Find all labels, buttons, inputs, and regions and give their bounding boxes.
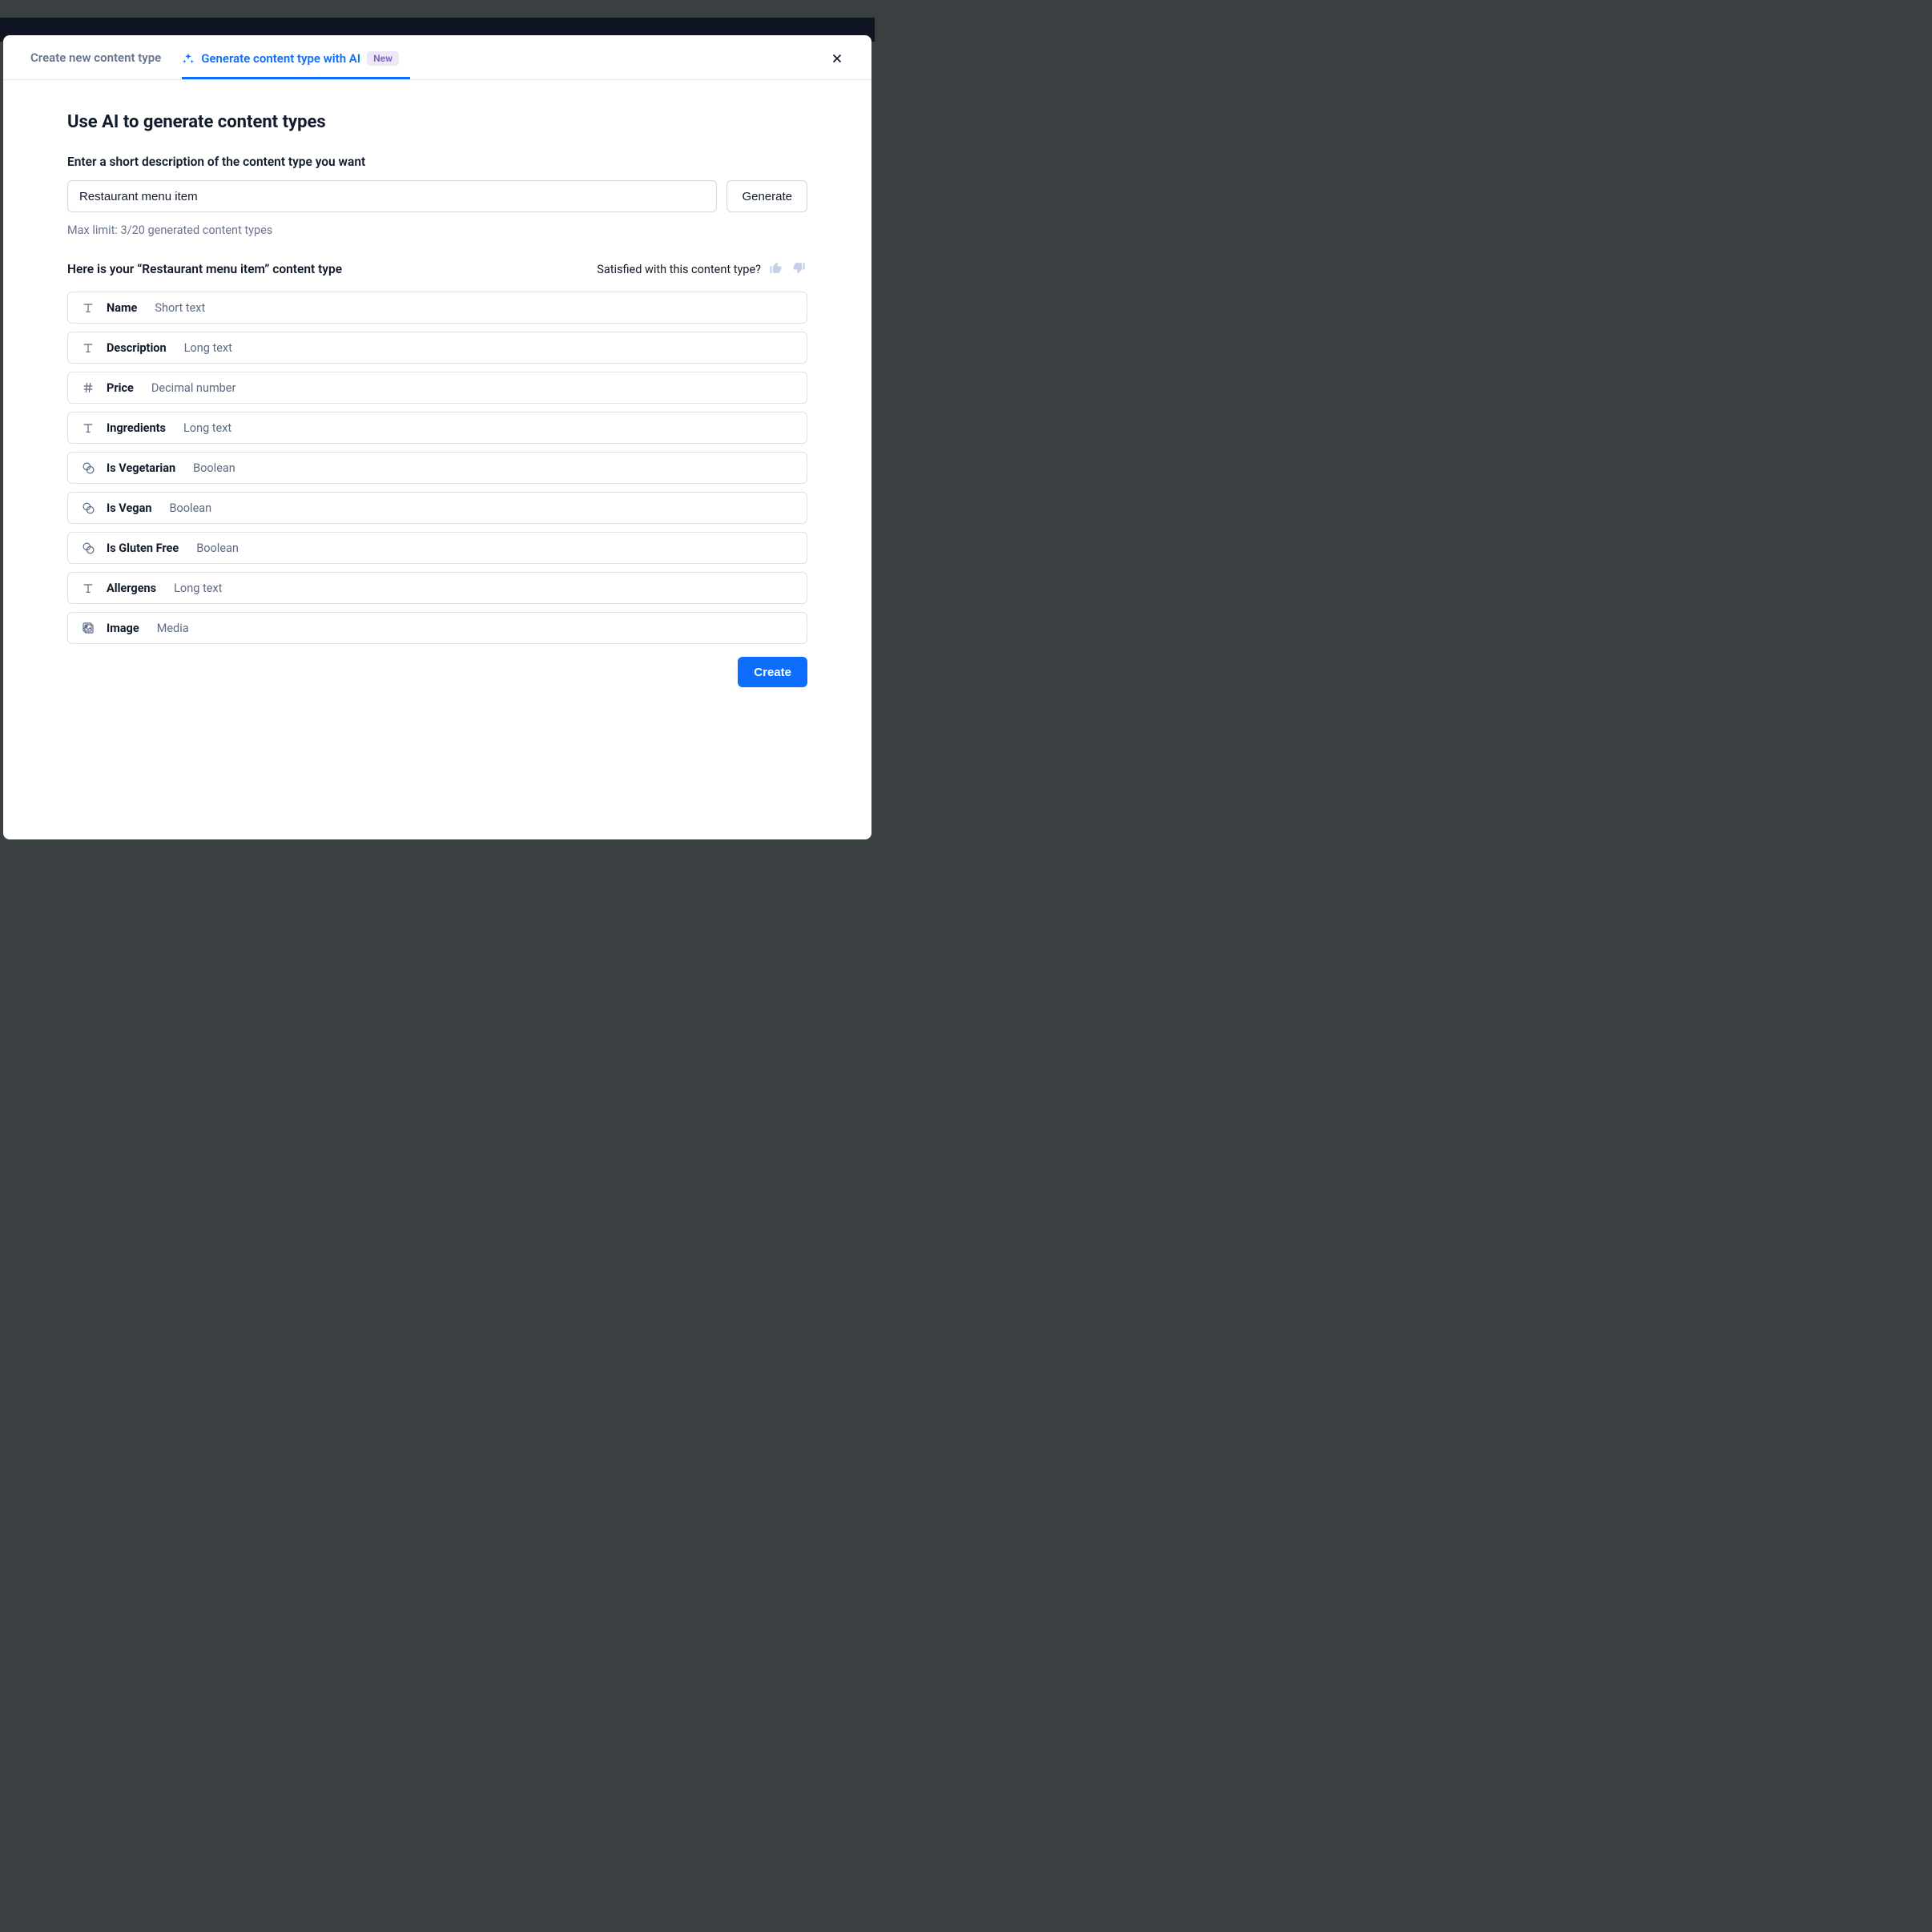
- result-title: Here is your “Restaurant menu item” cont…: [67, 262, 342, 276]
- badge-new: New: [367, 51, 399, 66]
- thumbs-down-icon: [792, 261, 806, 277]
- sparkle-icon: [182, 52, 195, 65]
- boolean-icon: [81, 461, 95, 475]
- field-row[interactable]: Allergens Long text: [67, 572, 807, 604]
- description-input[interactable]: [67, 180, 717, 212]
- close-button[interactable]: [825, 46, 849, 73]
- modal-body: Use AI to generate content types Enter a…: [3, 80, 871, 839]
- generate-button[interactable]: Generate: [727, 180, 807, 212]
- create-button[interactable]: Create: [738, 657, 807, 687]
- input-label: Enter a short description of the content…: [67, 155, 807, 169]
- modal-dialog: Create new content type Generate content…: [3, 35, 871, 839]
- field-row[interactable]: Is Vegetarian Boolean: [67, 452, 807, 484]
- modal-tabs: Create new content type Generate content…: [3, 35, 871, 80]
- field-type: Long text: [183, 421, 231, 435]
- feedback-group: Satisfied with this content type?: [597, 260, 807, 279]
- field-type: Long text: [184, 341, 232, 355]
- field-row[interactable]: Ingredients Long text: [67, 412, 807, 444]
- field-type: Boolean: [193, 461, 235, 475]
- number-icon: [81, 380, 95, 395]
- tab-label: Generate content type with AI: [201, 51, 360, 66]
- feedback-label: Satisfied with this content type?: [597, 263, 761, 276]
- boolean-icon: [81, 501, 95, 515]
- thumbs-up-icon: [769, 261, 783, 277]
- field-name: Price: [107, 381, 134, 395]
- field-type: Long text: [174, 582, 222, 595]
- thumbs-down-button[interactable]: [791, 260, 807, 279]
- field-type: Short text: [155, 301, 205, 315]
- field-row[interactable]: Image Media: [67, 612, 807, 644]
- field-name: Is Gluten Free: [107, 541, 179, 555]
- text-icon: [81, 421, 95, 435]
- field-name: Is Vegetarian: [107, 461, 175, 475]
- field-type: Media: [157, 622, 189, 635]
- field-name: Ingredients: [107, 421, 166, 435]
- tab-label: Create new content type: [30, 50, 161, 65]
- field-list: Name Short text Description Long text Price D…: [67, 292, 807, 644]
- field-name: Is Vegan: [107, 501, 151, 515]
- field-name: Description: [107, 341, 167, 355]
- thumbs-up-button[interactable]: [767, 260, 784, 279]
- field-name: Allergens: [107, 582, 156, 595]
- text-icon: [81, 581, 95, 595]
- text-icon: [81, 340, 95, 355]
- field-type: Boolean: [196, 541, 239, 555]
- field-row[interactable]: Description Long text: [67, 332, 807, 364]
- field-row[interactable]: Price Decimal number: [67, 372, 807, 404]
- text-icon: [81, 300, 95, 315]
- field-row[interactable]: Is Gluten Free Boolean: [67, 532, 807, 564]
- tab-create-new[interactable]: Create new content type: [30, 36, 172, 78]
- field-type: Decimal number: [151, 381, 236, 395]
- tab-generate-ai[interactable]: Generate content type with AI New: [182, 37, 410, 79]
- field-row[interactable]: Is Vegan Boolean: [67, 492, 807, 524]
- field-name: Image: [107, 622, 139, 635]
- limit-hint: Max limit: 3/20 generated content types: [67, 223, 807, 237]
- close-icon: [830, 56, 844, 68]
- field-name: Name: [107, 301, 137, 315]
- field-row[interactable]: Name Short text: [67, 292, 807, 324]
- field-type: Boolean: [169, 501, 211, 515]
- page-title: Use AI to generate content types: [67, 112, 807, 132]
- media-icon: [81, 621, 95, 635]
- boolean-icon: [81, 541, 95, 555]
